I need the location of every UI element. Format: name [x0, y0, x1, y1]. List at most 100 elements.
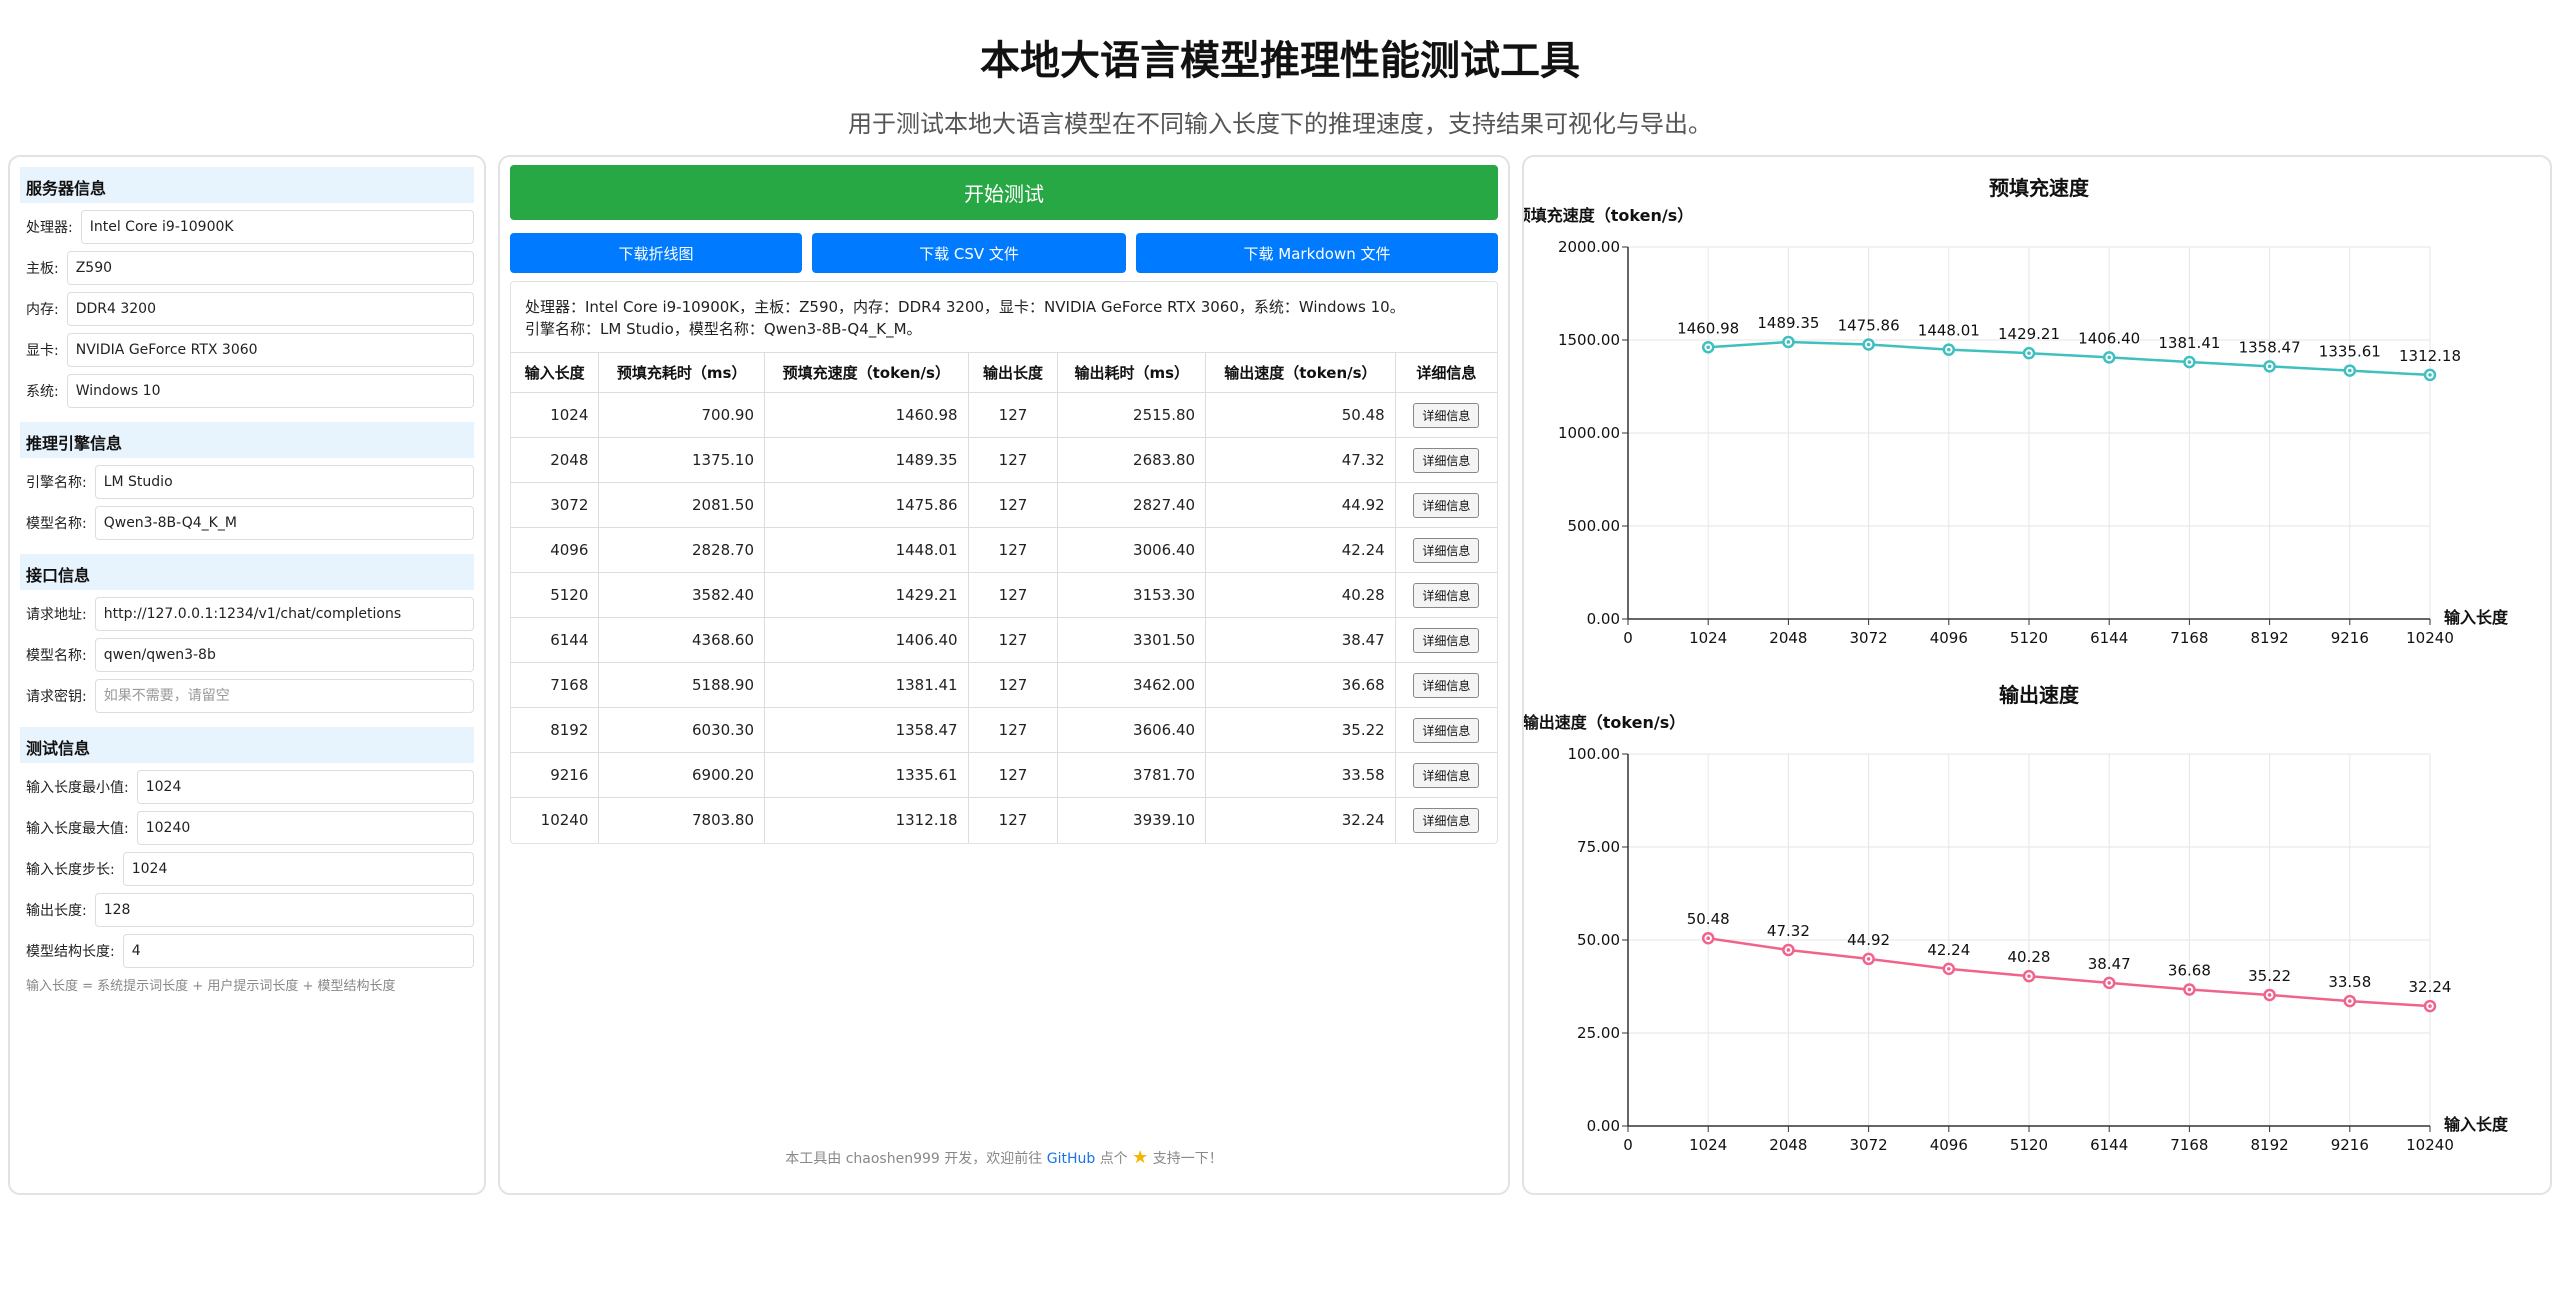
table-cell: 7803.80	[598, 797, 766, 843]
column-header: 输入长度	[511, 352, 600, 393]
detail-button[interactable]: 详细信息	[1413, 537, 1480, 563]
table-cell: 3006.40	[1057, 527, 1207, 573]
api-field-input[interactable]	[94, 679, 474, 713]
test-field-label: 输出长度:	[26, 903, 87, 919]
data-label: 1358.47	[2239, 338, 2301, 356]
download-chart-button[interactable]: 下载折线图	[510, 233, 802, 273]
table-cell: 1460.98	[764, 392, 969, 438]
x-tick-label: 10240	[2406, 1136, 2454, 1154]
data-label: 47.32	[1767, 922, 1810, 940]
data-label: 40.28	[2008, 948, 2051, 966]
column-header: 详细信息	[1395, 352, 1497, 393]
server-field-input[interactable]	[66, 333, 474, 367]
download-markdown-button[interactable]: 下载 Markdown 文件	[1136, 233, 1498, 273]
table-row: 6144 4368.60 1406.40 127 3301.50 38.47 详细信息	[511, 617, 1497, 663]
x-tick-label: 4096	[1930, 629, 1968, 647]
server-field-input[interactable]	[66, 292, 474, 326]
footer-text-end: 支持一下！	[1152, 1151, 1223, 1167]
github-link[interactable]: GitHub	[1047, 1151, 1096, 1167]
footer: 本工具由 chaoshen999 开发，欢迎前往 GitHub 点个 ★ 支持一…	[500, 1147, 1508, 1168]
data-point-center	[1706, 345, 1710, 350]
api-field-input[interactable]	[94, 597, 474, 631]
x-tick-label: 3072	[1850, 1136, 1888, 1154]
engine-fields: 引擎名称: 模型名称:	[20, 464, 474, 541]
download-csv-button[interactable]: 下载 CSV 文件	[812, 233, 1126, 273]
config-panel: 服务器信息 处理器: 主板: 内存: 显卡: 系统: 推理引擎信息 引擎名称: 模型名称:…	[8, 155, 486, 1195]
test-field-label: 输入长度步长:	[26, 862, 115, 878]
y-tick-label: 0.00	[1587, 610, 1620, 628]
x-tick-label: 7168	[2170, 629, 2208, 647]
data-point-center	[2187, 360, 2192, 364]
results-table: 输入长度 预填充耗时（ms） 预填充速度（token/s） 输出长度 输出耗时（ms）输…	[511, 352, 1497, 843]
charts-svg: 预填充速度预填充速度（token/s） 输入长度 0.00 500.00 1000.00…	[1515, 176, 2509, 1154]
server-field-input[interactable]	[80, 210, 474, 244]
table-cell: 127	[968, 797, 1059, 843]
table-cell: 5188.90	[598, 662, 766, 708]
detail-button[interactable]: 详细信息	[1413, 762, 1480, 788]
detail-button[interactable]: 详细信息	[1413, 672, 1480, 698]
data-label: 42.24	[1927, 941, 1970, 959]
server-field-row: 内存:	[20, 291, 474, 327]
detail-cell: 详细信息	[1395, 797, 1497, 843]
system-summary: 处理器：Intel Core i9-10900K，主板：Z590，内存：DDR4…	[511, 282, 1497, 352]
x-tick-label: 3072	[1850, 629, 1888, 647]
engine-field-input[interactable]	[94, 506, 474, 540]
column-header: 预填充耗时（ms）	[598, 352, 766, 393]
data-point-center	[1947, 347, 1951, 352]
column-header: 输出长度	[968, 352, 1059, 393]
table-cell: 2515.80	[1057, 392, 1207, 438]
x-tick-label: 2048	[1769, 1136, 1807, 1154]
data-point-center	[2428, 373, 2432, 377]
data-point-center	[1947, 967, 1951, 971]
table-cell: 1489.35	[764, 437, 969, 483]
start-test-button[interactable]: 开始测试	[510, 165, 1498, 220]
table-row: 1024 700.90 1460.98 127 2515.80 50.48 详细信息	[511, 392, 1497, 438]
engine-summary-line: 引擎名称：LM Studio，模型名称：Qwen3-8B-Q4_K_M。	[525, 320, 922, 338]
test-field-input[interactable]	[94, 893, 474, 927]
data-label: 1335.61	[2319, 343, 2381, 361]
data-label: 1381.41	[2158, 334, 2220, 352]
detail-cell: 详细信息	[1395, 662, 1497, 708]
detail-cell: 详细信息	[1395, 707, 1497, 753]
data-label: 32.24	[2409, 978, 2452, 996]
detail-button[interactable]: 详细信息	[1413, 402, 1480, 428]
api-field-input[interactable]	[94, 638, 474, 672]
x-tick-label: 5120	[2010, 1136, 2048, 1154]
x-axis-label: 输入长度	[2444, 1115, 2509, 1134]
table-cell: 2683.80	[1057, 437, 1207, 483]
table-cell: 42.24	[1205, 527, 1396, 573]
table-cell: 1312.18	[764, 797, 969, 843]
table-cell: 3462.00	[1057, 662, 1207, 708]
table-cell: 127	[968, 752, 1059, 798]
engine-field-label: 模型名称:	[26, 516, 87, 532]
table-row: 4096 2828.70 1448.01 127 3006.40 42.24 详细信息	[511, 527, 1497, 573]
server-field-input[interactable]	[66, 251, 474, 285]
table-cell: 127	[968, 392, 1059, 438]
test-field-input[interactable]	[136, 811, 474, 845]
engine-field-input[interactable]	[94, 465, 474, 499]
detail-button[interactable]: 详细信息	[1413, 447, 1480, 473]
test-field-row: 输入长度最大值:	[20, 810, 474, 846]
server-field-input[interactable]	[66, 374, 474, 408]
table-row: 3072 2081.50 1475.86 127 2827.40 44.92 详细信息	[511, 482, 1497, 528]
test-field-input[interactable]	[122, 852, 474, 886]
table-cell: 2827.40	[1057, 482, 1207, 528]
test-field-input[interactable]	[136, 770, 474, 804]
detail-button[interactable]: 详细信息	[1413, 807, 1480, 833]
detail-button[interactable]: 详细信息	[1413, 582, 1480, 608]
detail-button[interactable]: 详细信息	[1413, 717, 1480, 743]
data-label: 1448.01	[1918, 322, 1980, 340]
server-field-label: 处理器:	[26, 220, 73, 236]
detail-button[interactable]: 详细信息	[1413, 492, 1480, 518]
table-cell: 36.68	[1205, 662, 1396, 708]
test-field-row: 输出长度:	[20, 892, 474, 928]
test-field-input[interactable]	[122, 934, 474, 968]
api-fields: 请求地址: 模型名称: 请求密钥:	[20, 596, 474, 714]
results-box: 处理器：Intel Core i9-10900K，主板：Z590，内存：DDR4…	[510, 281, 1498, 844]
x-tick-label: 5120	[2010, 629, 2048, 647]
table-cell: 1335.61	[764, 752, 969, 798]
detail-button[interactable]: 详细信息	[1413, 627, 1480, 653]
x-tick-label: 1024	[1689, 1136, 1727, 1154]
test-field-label: 模型结构长度:	[26, 944, 115, 960]
y-tick-label: 0.00	[1587, 1117, 1620, 1135]
